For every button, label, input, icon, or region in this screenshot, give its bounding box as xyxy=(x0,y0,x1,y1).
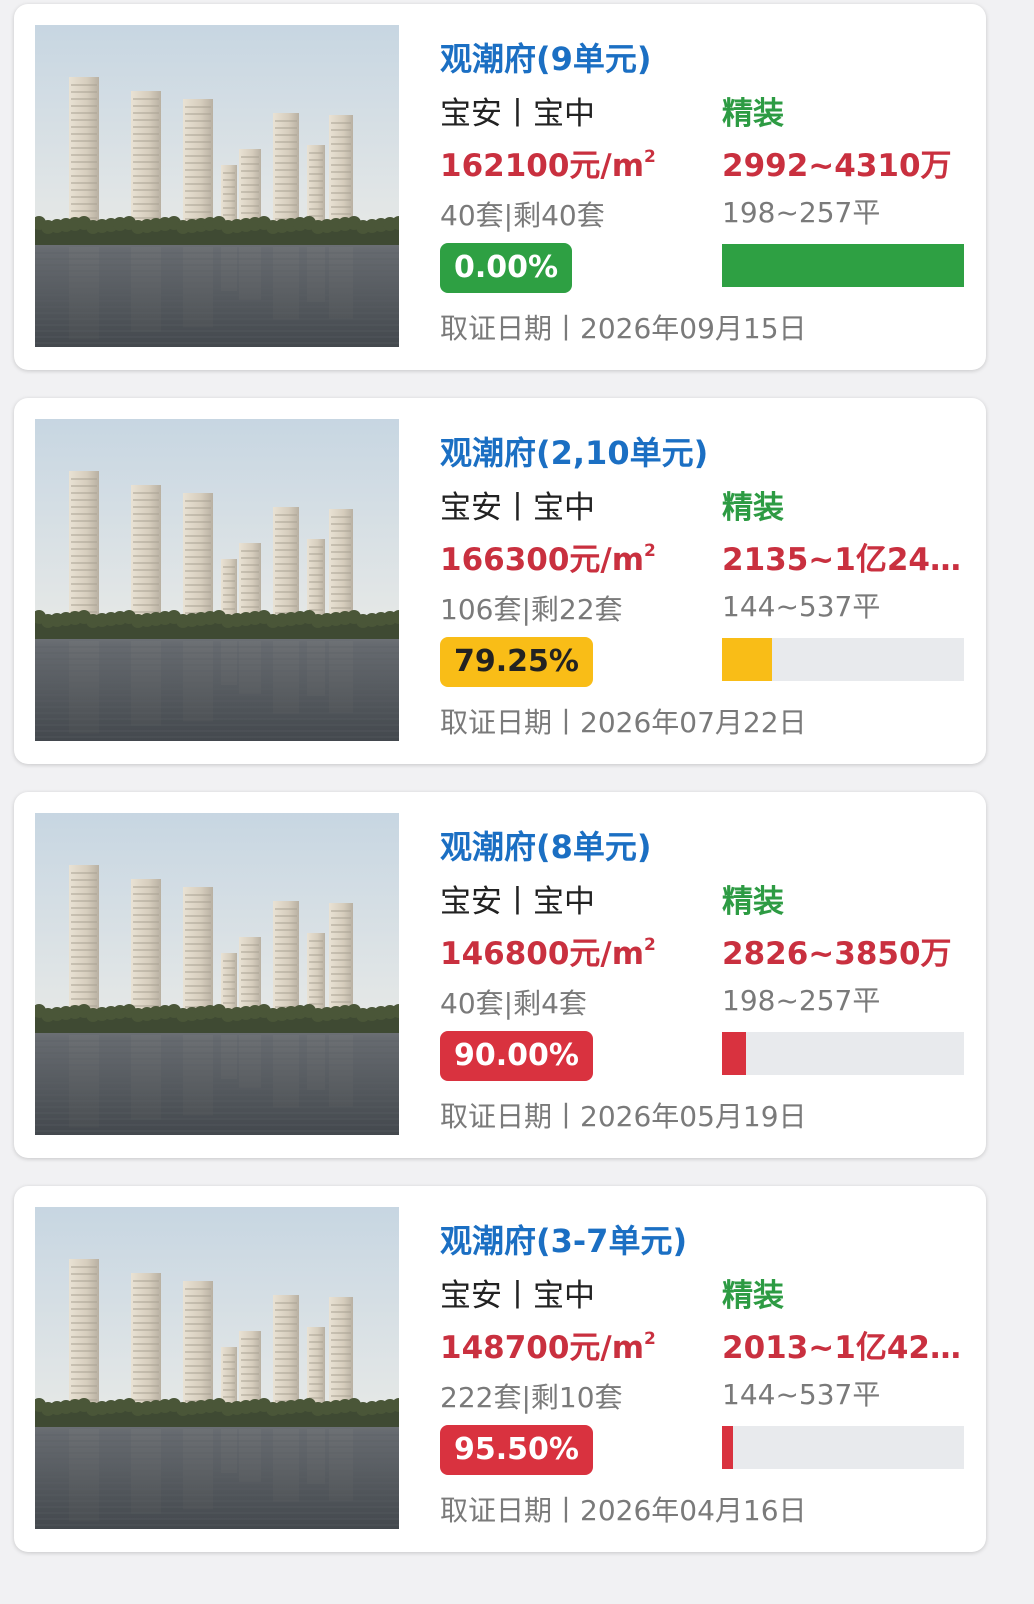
district-label: 宝安丨宝中 xyxy=(440,490,595,526)
decoration-label: 精装 xyxy=(722,96,784,132)
unit-price-superscript: 2 xyxy=(644,1329,656,1349)
listing-card[interactable]: 观潮府(9单元) 宝安丨宝中 精装 162100元/m2 2992~4310万 … xyxy=(14,4,986,370)
unit-price-value: 166300元/m xyxy=(440,542,645,578)
remaining-progress-bar xyxy=(722,638,964,681)
units-remaining: 106套|剩22套 xyxy=(440,593,623,626)
sold-percentage-badge: 79.25% xyxy=(440,637,593,687)
watermark xyxy=(420,768,586,798)
listing-card[interactable]: 观潮府(2,10单元) 宝安丨宝中 精装 166300元/m2 2135~1亿2… xyxy=(14,398,986,764)
unit-price-superscript: 2 xyxy=(644,147,656,167)
decoration-label: 精装 xyxy=(722,884,784,920)
building-photo-art xyxy=(35,1207,399,1529)
certificate-date: 取证日期丨2026年05月19日 xyxy=(440,1100,807,1133)
remaining-progress-bar xyxy=(722,244,964,287)
certificate-date: 取证日期丨2026年07月22日 xyxy=(440,706,807,739)
unit-price-value: 148700元/m xyxy=(440,1330,645,1366)
units-remaining: 222套|剩10套 xyxy=(440,1381,623,1414)
listing-card[interactable]: 观潮府(8单元) 宝安丨宝中 精装 146800元/m2 2826~3850万 … xyxy=(14,792,986,1158)
listing-card[interactable]: 观潮府(3-7单元) 宝安丨宝中 精装 148700元/m2 2013~1亿42… xyxy=(14,1186,986,1552)
unit-price: 166300元/m2 xyxy=(440,534,656,579)
decoration-label: 精装 xyxy=(722,1278,784,1314)
building-photo-art xyxy=(35,813,399,1135)
building-photo[interactable] xyxy=(35,813,399,1135)
sold-percentage-badge: 0.00% xyxy=(440,243,573,293)
area-range: 198~257平 xyxy=(722,196,881,229)
listing-title[interactable]: 观潮府(8单元) xyxy=(440,822,652,868)
building-photo[interactable] xyxy=(35,1207,399,1529)
district-label: 宝安丨宝中 xyxy=(440,884,595,920)
area-range: 198~257平 xyxy=(722,984,881,1017)
building-photo[interactable] xyxy=(35,25,399,347)
unit-price-superscript: 2 xyxy=(644,541,656,561)
water xyxy=(35,1033,399,1135)
water xyxy=(35,245,399,347)
total-price: 2135~1亿24… xyxy=(722,542,961,578)
sold-percentage-badge: 95.50% xyxy=(440,1425,593,1475)
water xyxy=(35,1427,399,1529)
total-price: 2013~1亿42… xyxy=(722,1330,961,1366)
remaining-progress-fill xyxy=(722,1032,747,1075)
total-price: 2826~3850万 xyxy=(722,936,952,972)
unit-price: 162100元/m2 xyxy=(440,140,656,185)
units-remaining: 40套|剩4套 xyxy=(440,987,587,1020)
certificate-date: 取证日期丨2026年04月16日 xyxy=(440,1494,807,1527)
remaining-progress-fill xyxy=(722,1426,733,1469)
listing-title[interactable]: 观潮府(9单元) xyxy=(440,34,652,80)
remaining-progress-bar xyxy=(722,1426,964,1469)
district-label: 宝安丨宝中 xyxy=(440,1278,595,1314)
unit-price-value: 146800元/m xyxy=(440,936,645,972)
decoration-label: 精装 xyxy=(722,490,784,526)
unit-price: 148700元/m2 xyxy=(440,1322,656,1367)
unit-price-superscript: 2 xyxy=(644,935,656,955)
building-photo[interactable] xyxy=(35,419,399,741)
building-photo-art xyxy=(35,25,399,347)
district-label: 宝安丨宝中 xyxy=(440,96,595,132)
total-price: 2992~4310万 xyxy=(722,148,952,184)
certificate-date: 取证日期丨2026年09月15日 xyxy=(440,312,807,345)
units-remaining: 40套|剩40套 xyxy=(440,199,605,232)
listing-title[interactable]: 观潮府(2,10单元) xyxy=(440,428,708,474)
remaining-progress-fill xyxy=(722,244,964,287)
building-photo-art xyxy=(35,419,399,741)
water xyxy=(35,639,399,741)
unit-price: 146800元/m2 xyxy=(440,928,656,973)
sold-percentage-badge: 90.00% xyxy=(440,1031,593,1081)
area-range: 144~537平 xyxy=(722,1378,881,1411)
area-range: 144~537平 xyxy=(722,590,881,623)
remaining-progress-fill xyxy=(722,638,773,681)
unit-price-value: 162100元/m xyxy=(440,148,645,184)
listing-title[interactable]: 观潮府(3-7单元) xyxy=(440,1216,687,1262)
remaining-progress-bar xyxy=(722,1032,964,1075)
